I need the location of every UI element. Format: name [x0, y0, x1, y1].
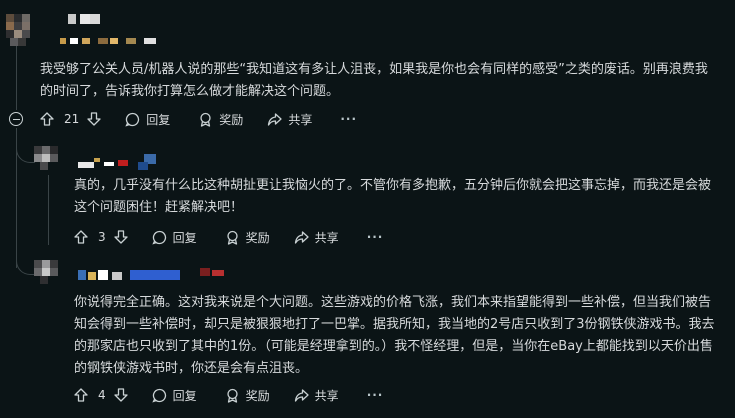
award-button[interactable]: 奖励 — [198, 111, 243, 128]
comment-icon — [151, 388, 167, 403]
avatar[interactable] — [6, 14, 30, 46]
comment-icon — [151, 230, 167, 245]
username-redacted[interactable] — [78, 148, 178, 172]
avatar[interactable] — [34, 146, 58, 174]
upvote-icon — [40, 112, 54, 126]
downvote-icon — [87, 112, 101, 126]
upvote-icon — [74, 230, 88, 244]
avatar[interactable] — [34, 260, 58, 288]
comment-body: 真的，几乎没有什么比这种胡扯更让我恼火的了。不管你有多抱歉，五分钟后你就会把这事… — [74, 178, 712, 215]
more-icon[interactable]: ··· — [367, 230, 384, 244]
share-icon — [294, 388, 309, 403]
comment-body: 我受够了公关人员/机器人说的那些“我知道这有多让人沮丧，如果我是你也会有同样的感… — [40, 62, 708, 99]
upvote-button[interactable] — [74, 230, 88, 244]
vote-count: 4 — [98, 388, 106, 402]
comment-2: 真的，几乎没有什么比这种胡扯更让我恼火的了。不管你有多抱歉，五分钟后你就会把这事… — [0, 140, 735, 260]
more-icon[interactable]: ··· — [367, 388, 384, 402]
comment-3: 你说得完全正确。这对我来说是个大问题。这些游戏的价格飞涨，我们本来指望能得到一些… — [0, 254, 735, 418]
award-button[interactable]: 奖励 — [225, 229, 270, 246]
downvote-button[interactable] — [113, 388, 128, 402]
upvote-button[interactable] — [74, 388, 88, 402]
award-icon — [225, 230, 240, 245]
vote-count: 21 — [64, 112, 80, 126]
downvote-button[interactable] — [87, 112, 101, 126]
downvote-button[interactable] — [113, 230, 128, 244]
comment-actions: 4 回复 奖励 共享 ··· — [74, 384, 383, 406]
share-button[interactable]: 共享 — [294, 229, 339, 246]
comment-actions: 3 回复 奖励 共享 ··· — [74, 226, 383, 248]
share-icon — [294, 230, 309, 245]
award-icon — [198, 112, 213, 127]
comment-body: 你说得完全正确。这对我来说是个大问题。这些游戏的价格飞涨，我们本来指望能得到一些… — [74, 295, 715, 376]
username-redacted[interactable] — [48, 14, 168, 50]
share-button[interactable]: 共享 — [294, 387, 339, 404]
collapse-icon[interactable] — [9, 112, 23, 126]
reply-button[interactable]: 回复 — [125, 111, 170, 128]
more-icon[interactable]: ··· — [340, 112, 357, 126]
award-icon — [225, 388, 240, 403]
comment-actions: 21 回复 奖励 共享 ··· — [40, 108, 357, 130]
downvote-icon — [113, 388, 128, 402]
share-icon — [267, 112, 282, 127]
upvote-icon — [74, 388, 88, 402]
comment-1: 我受够了公关人员/机器人说的那些“我知道这有多让人沮丧，如果我是你也会有同样的感… — [0, 0, 735, 140]
share-button[interactable]: 共享 — [267, 111, 312, 128]
downvote-icon — [113, 230, 128, 244]
vote-count: 3 — [98, 230, 106, 244]
username-redacted[interactable] — [78, 266, 238, 284]
comment-icon — [125, 112, 140, 127]
award-button[interactable]: 奖励 — [225, 387, 270, 404]
reply-button[interactable]: 回复 — [151, 387, 197, 404]
reply-button[interactable]: 回复 — [151, 229, 197, 246]
upvote-button[interactable] — [40, 112, 54, 126]
